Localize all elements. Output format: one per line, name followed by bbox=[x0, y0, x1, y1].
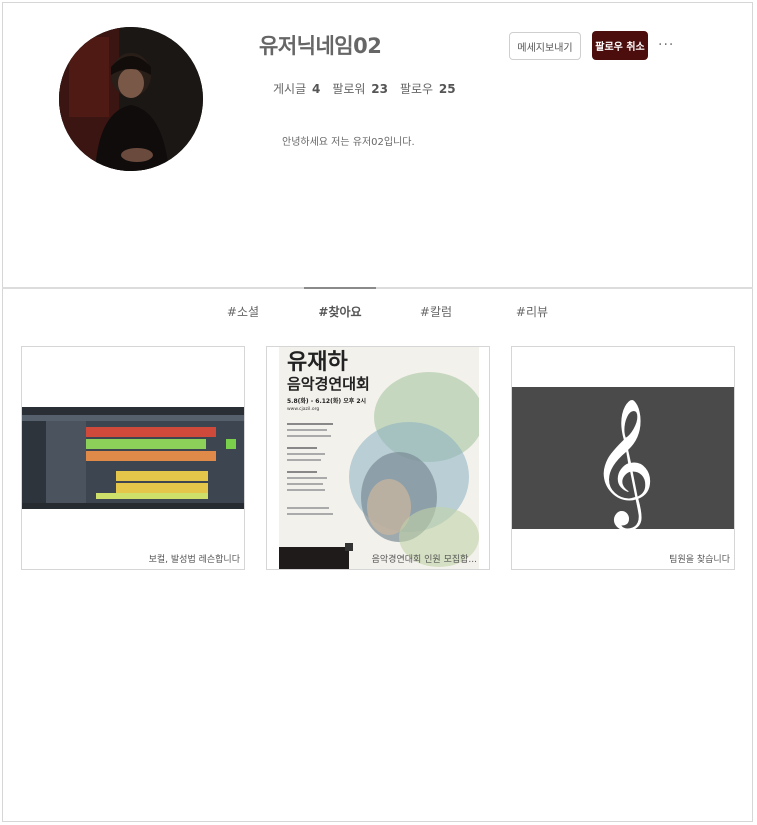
poster-title: 유재하 bbox=[287, 349, 348, 375]
poster-date: 5.8(화) - 6.12(화) 오후 2시 bbox=[287, 397, 366, 405]
svg-text:𝄞: 𝄞 bbox=[590, 397, 655, 529]
treble-clef-icon: 𝄞 bbox=[512, 387, 734, 529]
poster-url: www.cjazil.org bbox=[287, 406, 319, 412]
stat-posts[interactable]: 게시글 4 bbox=[273, 80, 320, 97]
stat-posts-value: 4 bbox=[311, 82, 321, 96]
stat-followers-value: 23 bbox=[371, 82, 388, 96]
send-message-button[interactable]: 메세지보내기 bbox=[509, 32, 581, 60]
stat-posts-label: 게시글 bbox=[273, 82, 307, 96]
profile-stats: 게시글 4 팔로워 23 팔로우 25 bbox=[273, 80, 456, 97]
tab-social[interactable]: #소셜 bbox=[227, 303, 259, 320]
post-caption: 음악경연대회 인원 모집합... bbox=[371, 555, 477, 565]
stat-following-value: 25 bbox=[438, 82, 456, 96]
profile-bio: 안녕하세요 저는 유저02입니다. bbox=[282, 137, 415, 148]
unfollow-button[interactable]: 팔로우 취소 bbox=[592, 31, 648, 60]
tab-review[interactable]: #리뷰 bbox=[516, 303, 548, 320]
stat-following-label: 팔로우 bbox=[399, 82, 434, 96]
more-horizontal-icon[interactable]: ··· bbox=[658, 38, 674, 52]
stat-following[interactable]: 팔로우 25 bbox=[400, 80, 456, 97]
active-tab-indicator bbox=[304, 287, 376, 289]
poster-subtitle: 음악경연대회 bbox=[287, 375, 370, 393]
post-caption: 보컬, 발성법 레슨합니다 bbox=[148, 555, 240, 565]
stat-followers-label: 팔로워 bbox=[332, 82, 366, 96]
music-contest-poster-image: 유재하 음악경연대회 5.8(화) - 6.12(화) 오후 2시 www.cj… bbox=[279, 347, 479, 569]
stat-followers[interactable]: 팔로워 23 bbox=[332, 80, 388, 97]
post-card[interactable]: 𝄞 팀원을 찾습니다 bbox=[511, 346, 735, 570]
daw-screenshot-image bbox=[22, 407, 244, 509]
profile-nickname: 유저닉네임02 bbox=[259, 34, 382, 58]
post-caption: 팀원을 찾습니다 bbox=[669, 555, 730, 565]
tab-looking-for[interactable]: #찾아요 bbox=[318, 303, 361, 320]
avatar bbox=[59, 27, 203, 171]
tab-column[interactable]: #칼럼 bbox=[420, 303, 452, 320]
category-tabs: #소셜 #찾아요 #칼럼 #리뷰 bbox=[0, 287, 757, 329]
post-card[interactable]: 보컬, 발성법 레슨합니다 bbox=[21, 346, 245, 570]
post-card[interactable]: 유재하 음악경연대회 5.8(화) - 6.12(화) 오후 2시 www.cj… bbox=[266, 346, 490, 570]
